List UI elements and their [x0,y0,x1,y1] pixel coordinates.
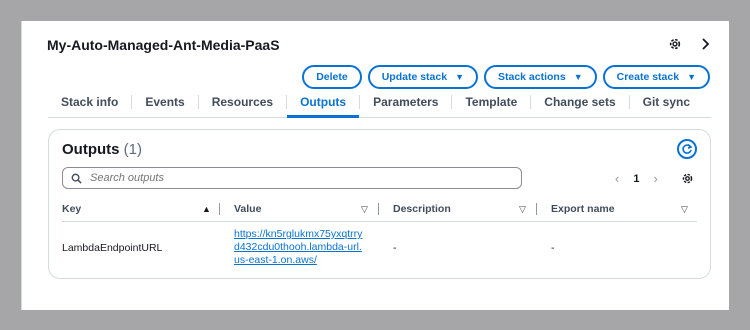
caret-down-icon: ▼ [687,72,696,82]
caret-down-icon: ▼ [455,72,464,82]
create-stack-button[interactable]: Create stack ▼ [602,65,710,89]
update-stack-label: Update stack [381,71,448,83]
caret-down-icon: ▼ [573,72,583,82]
outputs-title: Outputs [62,141,120,158]
output-description: - [393,242,397,254]
chevron-right-icon[interactable] [694,33,716,55]
table-header: Key ▲ Value ▽ Description ▽ Export name … [62,201,697,222]
gear-icon[interactable] [664,33,686,55]
refresh-icon [682,143,693,154]
column-divider [378,203,379,215]
previous-page-icon[interactable]: ‹ [615,171,619,186]
sort-icon[interactable]: ▽ [519,204,526,215]
search-box[interactable] [62,167,522,189]
outputs-card: Outputs (1) ‹ 1 › [48,129,711,279]
next-page-icon[interactable]: › [653,171,657,186]
panel-left-border [21,21,22,310]
tab-git-sync[interactable]: Git sync [630,93,703,117]
delete-button[interactable]: Delete [302,65,362,89]
update-stack-button[interactable]: Update stack ▼ [367,65,478,89]
tab-events[interactable]: Events [132,93,197,117]
delete-button-label: Delete [316,71,348,83]
tab-parameters[interactable]: Parameters [360,93,451,117]
column-divider [219,203,220,215]
tab-change-sets[interactable]: Change sets [531,93,628,117]
tab-outputs[interactable]: Outputs [287,93,360,118]
refresh-button[interactable] [677,139,697,159]
tab-bar: Stack info Events Resources Outputs Para… [48,93,711,118]
output-key: LambdaEndpointURL [62,242,163,254]
create-stack-label: Create stack [616,71,680,83]
tab-resources[interactable]: Resources [199,93,286,117]
pagination: ‹ 1 › [615,171,658,186]
current-page[interactable]: 1 [633,173,639,185]
tab-template[interactable]: Template [452,93,530,117]
column-header-value[interactable]: Value [234,203,261,215]
sort-icon[interactable]: ▽ [361,204,368,215]
column-header-key[interactable]: Key [62,203,81,215]
search-input[interactable] [88,171,492,185]
stack-actions-button[interactable]: Stack actions ▼ [483,65,597,89]
sort-ascending-icon[interactable]: ▲ [202,204,211,214]
search-icon [71,173,82,184]
stack-title: My-Auto-Managed-Ant-Media-PaaS [47,37,280,53]
column-divider [536,203,537,215]
tab-stack-info[interactable]: Stack info [48,93,131,117]
output-value-link[interactable]: https://kn5rglukmx75yxqtrryd432cdu0thooh… [234,228,364,267]
stack-detail-panel: My-Auto-Managed-Ant-Media-PaaS Delete Up… [21,21,729,310]
column-header-description[interactable]: Description [393,203,451,215]
sort-icon[interactable]: ▽ [681,204,688,215]
column-header-export-name[interactable]: Export name [551,203,615,215]
stack-actions-label: Stack actions [497,71,566,83]
output-export-name: - [551,242,555,254]
outputs-heading: Outputs (1) [62,141,142,158]
outputs-count: (1) [123,141,143,158]
table-row: LambdaEndpointURL https://kn5rglukmx75yx… [62,225,697,275]
stack-action-bar: Delete Update stack ▼ Stack actions ▼ Cr… [302,65,710,89]
gear-icon[interactable] [679,170,695,186]
